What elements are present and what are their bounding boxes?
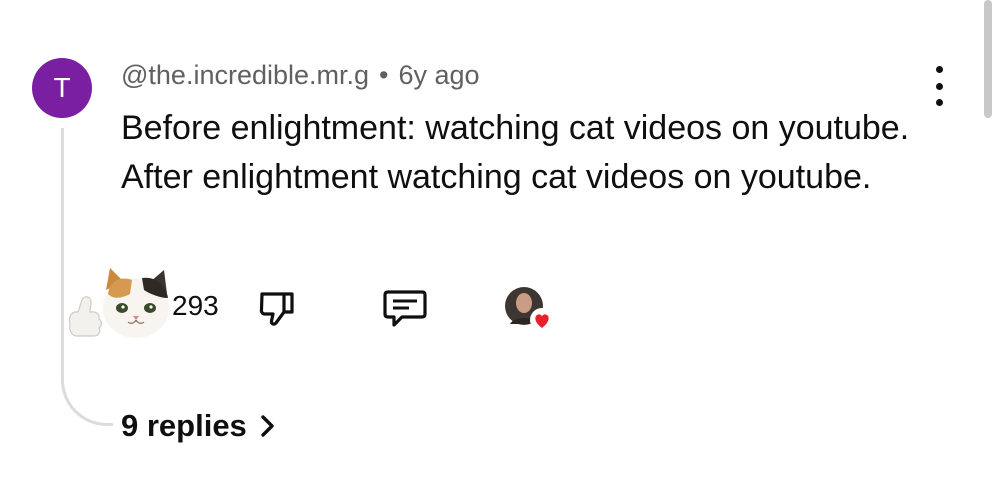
replies-count-label: 9 replies [121, 408, 247, 443]
scrollbar[interactable] [984, 0, 992, 118]
comment-timestamp: 6y ago [398, 60, 480, 90]
comment-actions: 293 [64, 264, 584, 342]
more-options-button[interactable] [921, 66, 957, 106]
like-button[interactable] [64, 264, 172, 342]
more-vertical-icon-dot [935, 82, 943, 90]
separator-dot: • [379, 60, 389, 90]
comment-header: @the.incredible.mr.g • 6y ago [121, 60, 480, 91]
comment-text: Before enlightment: watching cat videos … [121, 109, 910, 196]
more-vertical-icon [935, 66, 943, 73]
chevron-right-icon [261, 415, 274, 437]
view-replies-button[interactable]: 9 replies [121, 408, 277, 444]
creator-heart [504, 286, 556, 334]
comment-icon [383, 290, 427, 327]
thumbs-down-icon [259, 292, 294, 326]
avatar-letter: T [53, 72, 71, 103]
creator-heart-icon [505, 287, 554, 332]
author-name[interactable]: @the.incredible.mr.g [121, 60, 369, 90]
dislike-button[interactable] [256, 286, 298, 328]
like-count: 293 [172, 290, 219, 321]
cat-thumbs-up-sticker-icon [68, 268, 169, 338]
avatar[interactable]: T [32, 58, 92, 118]
comment-thread: T @the.incredible.mr.g • 6y ago Before enl… [0, 0, 1000, 494]
reply-button[interactable] [382, 288, 428, 328]
